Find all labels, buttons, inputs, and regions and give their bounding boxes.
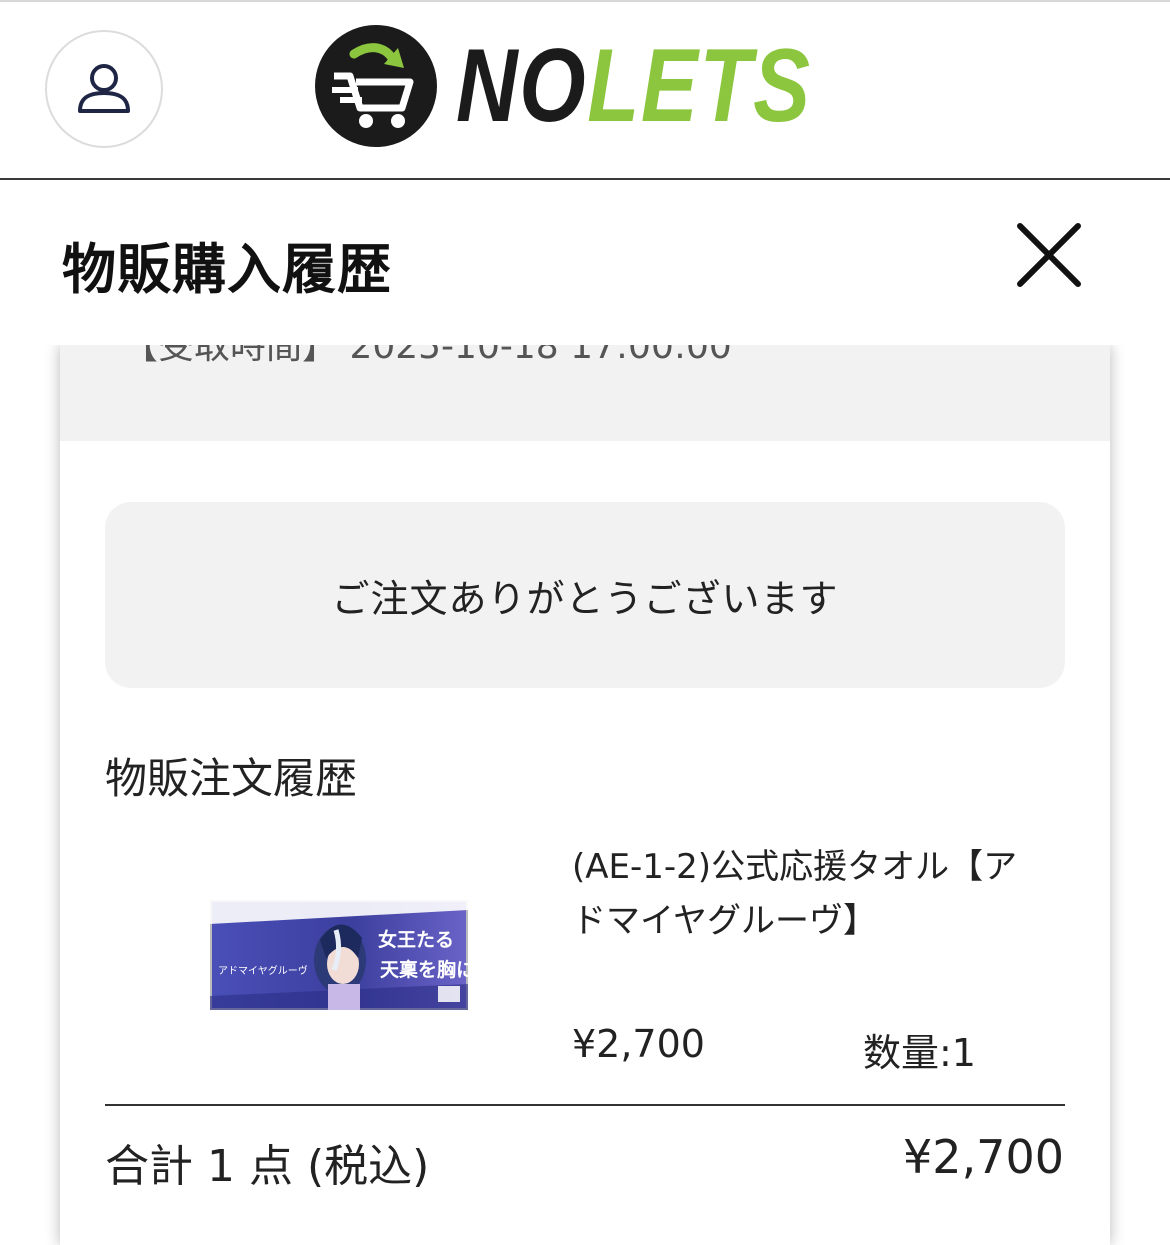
logo-text-lets: LETS (587, 28, 812, 144)
page-title-bar: 物販購入履歴 (0, 180, 1170, 345)
cart-arrow-icon (315, 25, 437, 147)
order-card: 【受取時間】 2025-10-18 17:00:00 ご注文ありがとうございます… (60, 345, 1110, 1245)
item-price: ¥2,700 (572, 1022, 705, 1066)
app-header: NOLETS (0, 0, 1170, 180)
item-quantity: 数量:1 (863, 1031, 976, 1075)
thumb-catchphrase-2: 天稟を胸に (380, 958, 468, 981)
pickup-time-line: 【受取時間】 2025-10-18 17:00:00 (122, 345, 732, 367)
user-icon (78, 64, 130, 113)
thumb-catchphrase: 女王たる (378, 928, 454, 951)
total-divider (105, 1104, 1065, 1106)
logo-wordmark: NOLETS (456, 34, 812, 138)
item-name: (AE-1-2)公式応援タオル【アドマイヤグルーヴ】 (572, 847, 1018, 941)
thanks-message: ご注文ありがとうございます (331, 576, 839, 621)
close-icon[interactable] (1016, 222, 1082, 288)
item-thumbnail[interactable]: 女王たる 天稟を胸に アドマイヤグルーヴ (210, 900, 468, 1010)
page-title: 物販購入履歴 (62, 238, 392, 301)
section-title: 物販注文履歴 (105, 754, 358, 803)
nolets-logo[interactable]: NOLETS (314, 22, 890, 150)
status-divider (0, 0, 1170, 2)
thumb-character-name: アドマイヤグルーヴ (218, 964, 308, 977)
order-info-band: 【受取時間】 2025-10-18 17:00:00 (60, 345, 1110, 441)
account-button[interactable] (45, 30, 163, 148)
logo-text-no: NO (456, 28, 588, 144)
total-label: 合計 1 点 (税込) (105, 1141, 430, 1192)
total-value: ¥2,700 (903, 1130, 1064, 1184)
thanks-message-box: ご注文ありがとうございます (105, 502, 1065, 688)
